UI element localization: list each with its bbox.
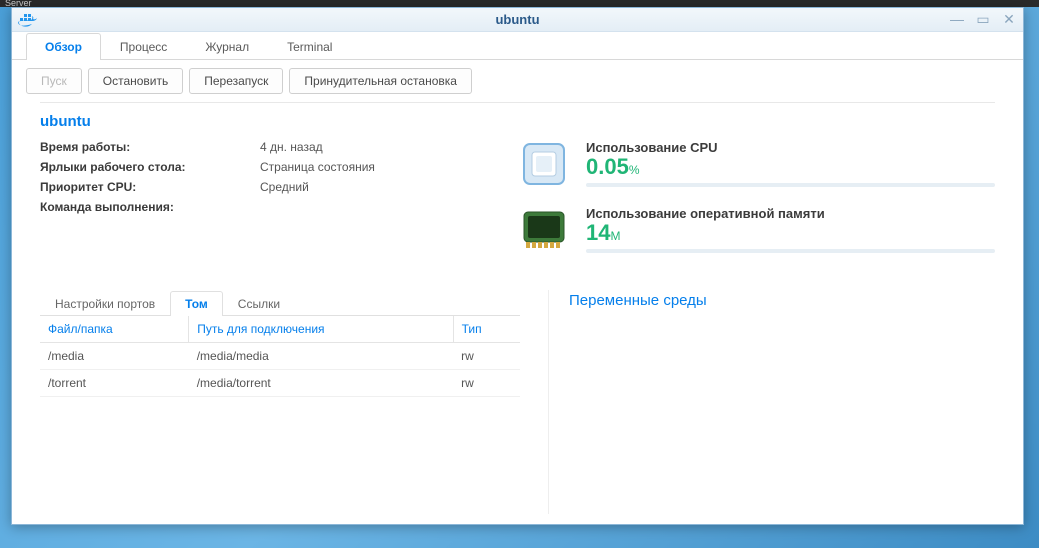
col-file[interactable]: Файл/папка: [40, 316, 189, 343]
env-title: Переменные среды: [569, 290, 995, 309]
detail-label: Команда выполнения:: [40, 200, 260, 214]
stop-button[interactable]: Остановить: [88, 68, 184, 94]
detail-label: Приоритет CPU:: [40, 180, 260, 194]
cpu-metric: Использование CPU 0.05%: [520, 140, 995, 188]
volumes-panel: Настройки портов Том Ссылки Файл/папка П…: [40, 290, 520, 514]
detail-value: Средний: [260, 180, 309, 194]
cpu-bar: [586, 183, 995, 187]
maximize-icon[interactable]: ▭: [975, 11, 991, 28]
memory-value: 14M: [586, 221, 995, 245]
window-title: ubuntu: [495, 12, 539, 27]
detail-label: Время работы:: [40, 140, 260, 154]
col-type[interactable]: Тип: [453, 316, 520, 343]
detail-command: Команда выполнения:: [40, 200, 500, 214]
detail-cpu-priority: Приоритет CPU: Средний: [40, 180, 500, 194]
cpu-body: Использование CPU 0.05%: [586, 140, 995, 187]
memory-title: Использование оперативной памяти: [586, 206, 995, 221]
table-row[interactable]: /media /media/media rw: [40, 343, 520, 370]
details-column: Время работы: 4 дн. назад Ярлыки рабочег…: [40, 140, 500, 272]
memory-icon: [520, 206, 568, 254]
cell-file: /media: [40, 343, 189, 370]
metrics-column: Использование CPU 0.05% Использование оп…: [520, 140, 995, 272]
subtab-ports[interactable]: Настройки портов: [40, 291, 170, 316]
cpu-value: 0.05%: [586, 155, 995, 179]
detail-value: Страница состояния: [260, 160, 375, 174]
detail-shortcut: Ярлыки рабочего стола: Страница состояни…: [40, 160, 500, 174]
minimize-icon[interactable]: —: [949, 11, 965, 28]
tab-process[interactable]: Процесс: [101, 33, 186, 60]
subtab-links[interactable]: Ссылки: [223, 291, 295, 316]
overview-grid: Время работы: 4 дн. назад Ярлыки рабочег…: [40, 140, 995, 272]
tab-terminal[interactable]: Terminal: [268, 33, 351, 60]
tab-overview[interactable]: Обзор: [26, 33, 101, 60]
sub-tabs: Настройки портов Том Ссылки: [40, 290, 520, 316]
taskbar: Server: [0, 0, 1039, 7]
divider: [40, 102, 995, 103]
window-controls: — ▭ ✕: [949, 11, 1017, 28]
cell-type: rw: [453, 370, 520, 397]
bottom-grid: Настройки портов Том Ссылки Файл/папка П…: [40, 290, 995, 514]
memory-body: Использование оперативной памяти 14M: [586, 206, 995, 253]
docker-icon: [18, 12, 38, 28]
detail-value: 4 дн. назад: [260, 140, 323, 154]
docker-window: ubuntu — ▭ ✕ Обзор Процесс Журнал Termin…: [11, 7, 1024, 525]
content: ubuntu Время работы: 4 дн. назад Ярлыки …: [12, 102, 1023, 524]
cell-file: /torrent: [40, 370, 189, 397]
col-mount[interactable]: Путь для подключения: [189, 316, 453, 343]
cpu-title: Использование CPU: [586, 140, 995, 155]
volumes-table: Файл/папка Путь для подключения Тип /med…: [40, 316, 520, 397]
tab-log[interactable]: Журнал: [186, 33, 268, 60]
titlebar[interactable]: ubuntu — ▭ ✕: [12, 8, 1023, 32]
subtab-volume[interactable]: Том: [170, 291, 223, 316]
action-row: Пуск Остановить Перезапуск Принудительна…: [12, 60, 1023, 102]
table-row[interactable]: /torrent /media/torrent rw: [40, 370, 520, 397]
cell-mount: /media/torrent: [189, 370, 453, 397]
force-stop-button[interactable]: Принудительная остановка: [289, 68, 472, 94]
memory-metric: Использование оперативной памяти 14M: [520, 206, 995, 254]
restart-button[interactable]: Перезапуск: [189, 68, 283, 94]
container-name: ubuntu: [40, 113, 995, 130]
env-panel: Переменные среды: [548, 290, 995, 514]
memory-bar: [586, 249, 995, 253]
detail-uptime: Время работы: 4 дн. назад: [40, 140, 500, 154]
start-button[interactable]: Пуск: [26, 68, 82, 94]
main-tabs: Обзор Процесс Журнал Terminal: [12, 32, 1023, 60]
cell-mount: /media/media: [189, 343, 453, 370]
cell-type: rw: [453, 343, 520, 370]
detail-label: Ярлыки рабочего стола:: [40, 160, 260, 174]
cpu-icon: [520, 140, 568, 188]
close-icon[interactable]: ✕: [1001, 11, 1017, 28]
